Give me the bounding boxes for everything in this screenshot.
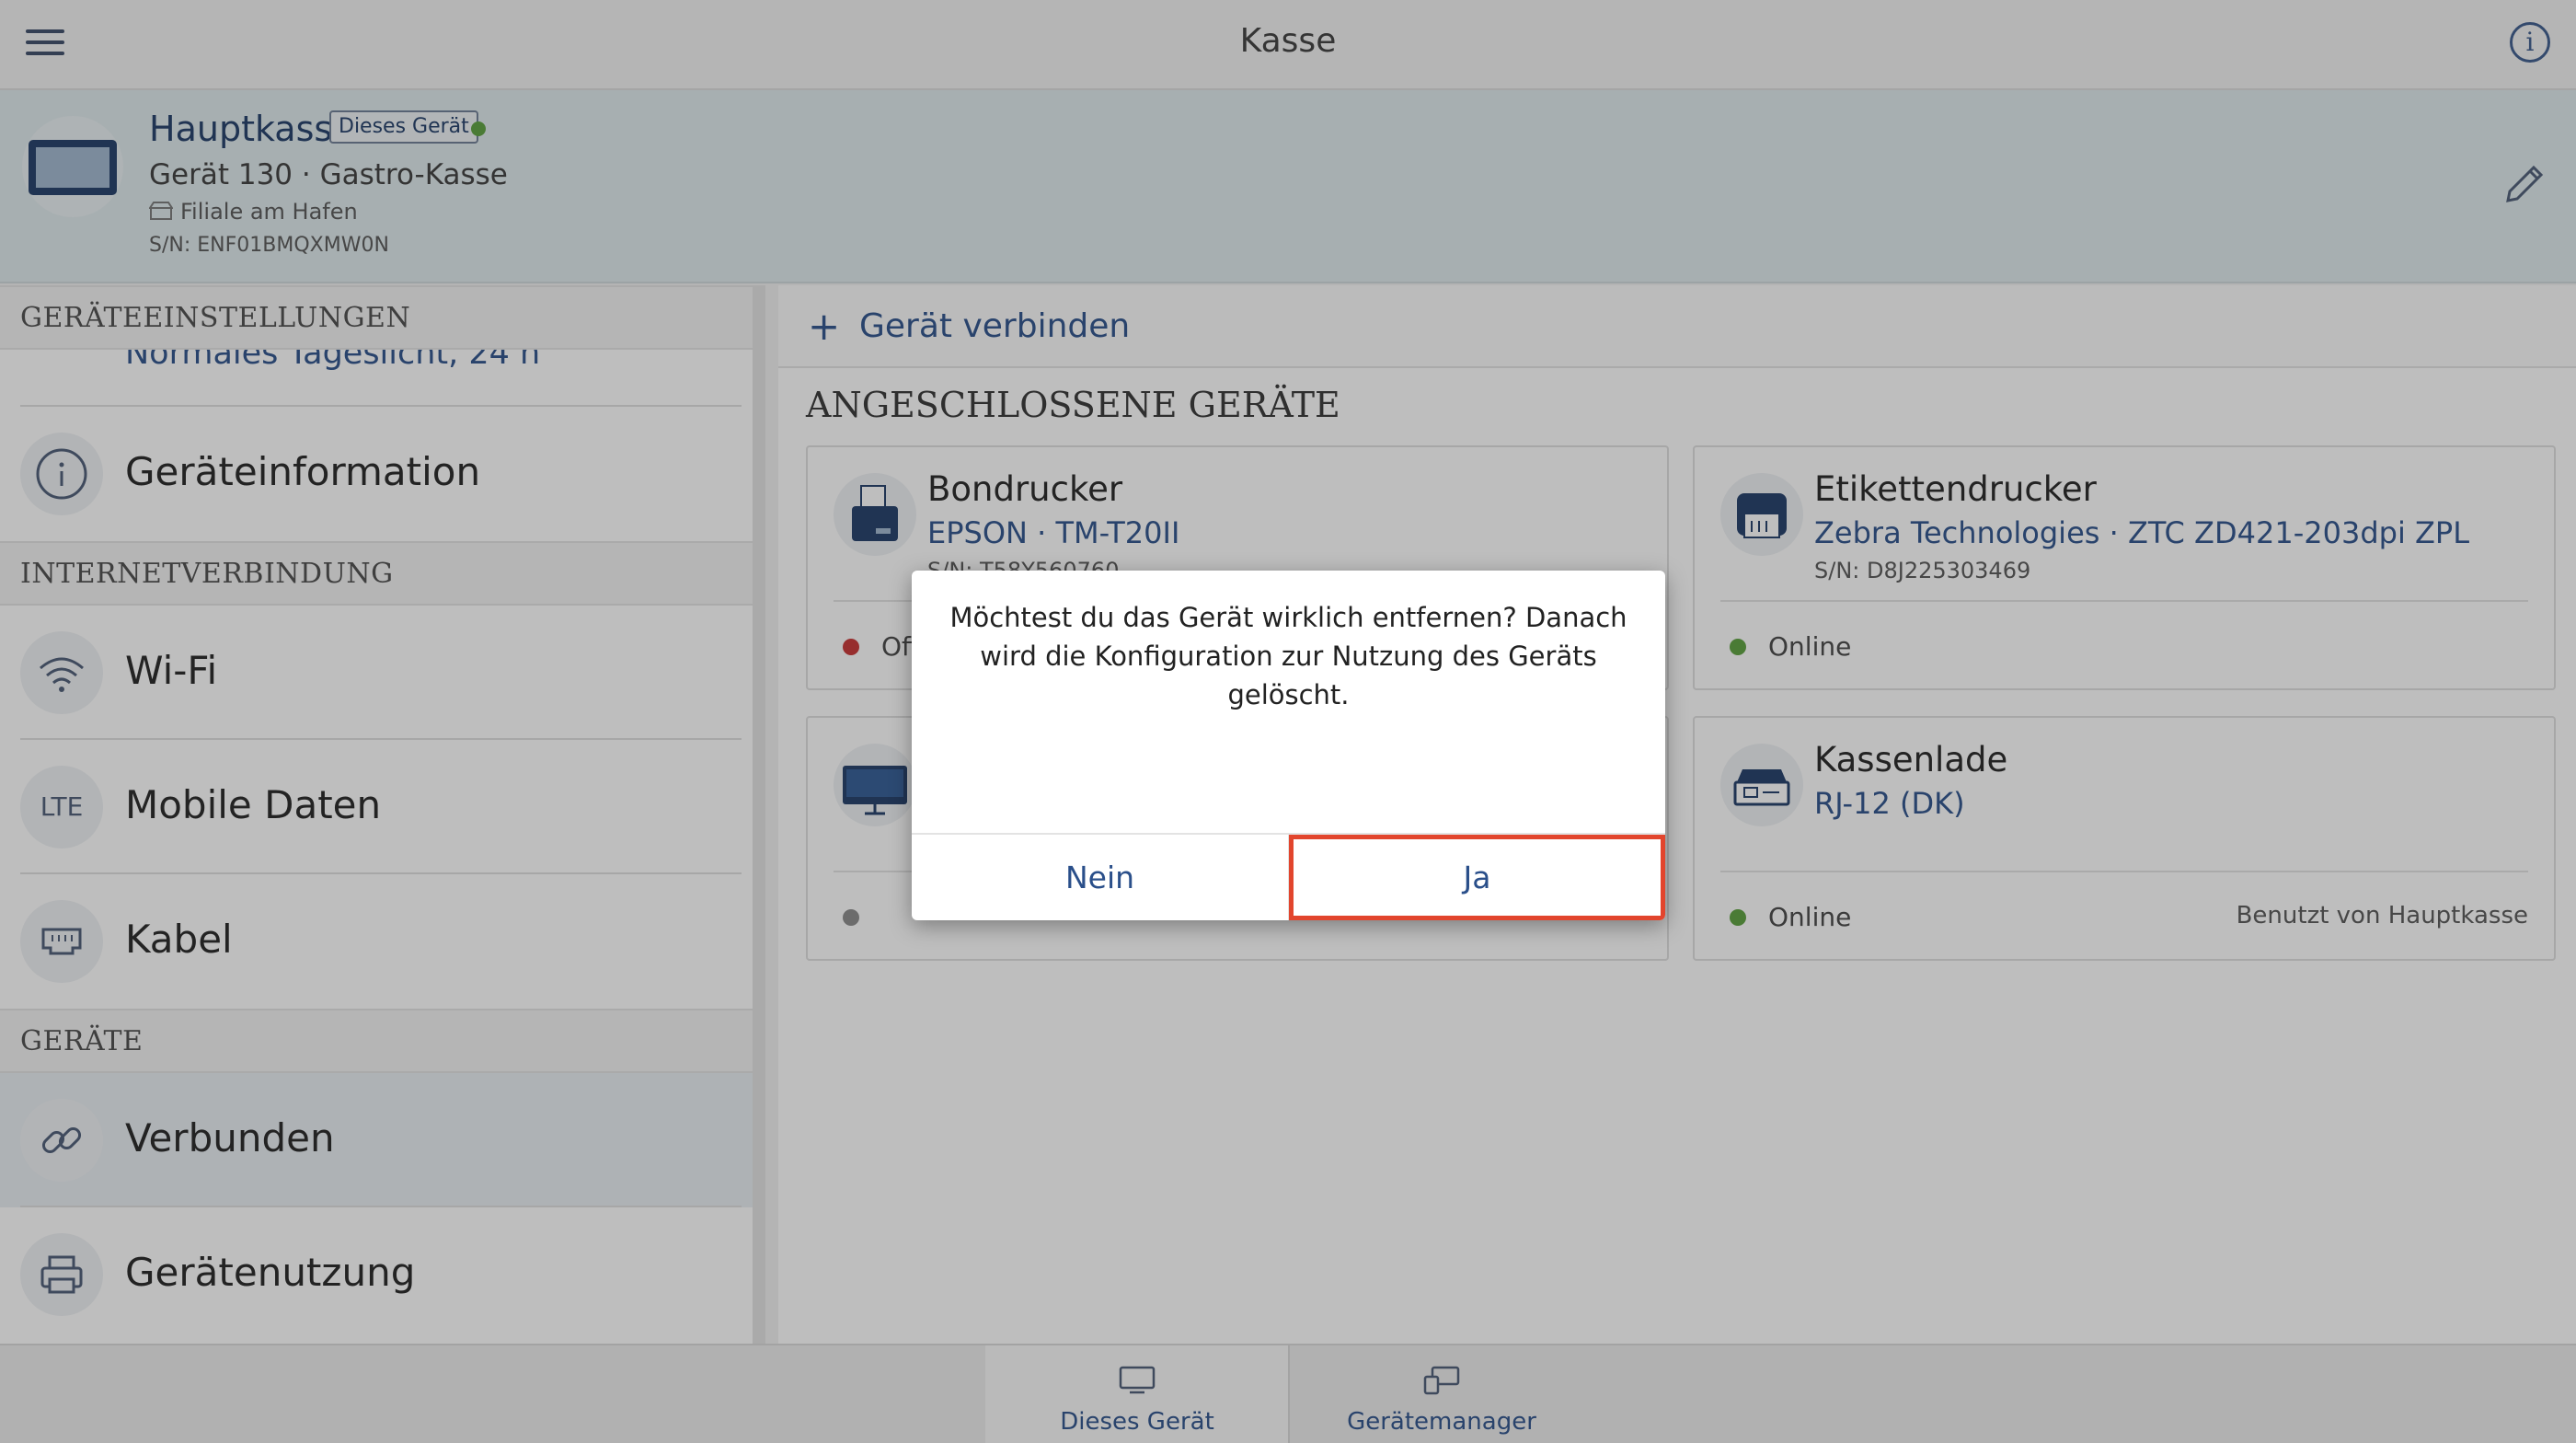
dialog-message: Möchtest du das Gerät wirklich entfernen… <box>949 602 1627 710</box>
yes-button[interactable]: Ja <box>1289 835 1665 920</box>
confirm-remove-dialog: Möchtest du das Gerät wirklich entfernen… <box>912 571 1665 920</box>
no-button[interactable]: Nein <box>912 835 1288 920</box>
